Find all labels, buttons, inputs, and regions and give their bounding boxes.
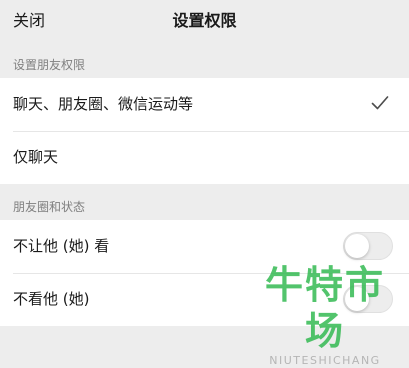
section-header-permissions: 设置朋友权限 xyxy=(13,58,86,72)
permission-options-group: 聊天、朋友圈、微信运动等 仅聊天 xyxy=(0,78,409,184)
option-label: 聊天、朋友圈、微信运动等 xyxy=(13,95,194,113)
watermark-sub-text: NIUTESHICHANG xyxy=(269,354,381,367)
section-header-moments: 朋友圈和状态 xyxy=(13,200,86,214)
option-label: 仅聊天 xyxy=(13,148,59,166)
toggle-label: 不让他 (她) 看 xyxy=(13,237,110,255)
toggle-knob xyxy=(345,234,369,258)
row-hide-my-moments: 不让他 (她) 看 xyxy=(0,220,409,273)
option-chat-moments-werun[interactable]: 聊天、朋友圈、微信运动等 xyxy=(0,78,409,131)
moments-toggles-group: 不让他 (她) 看 不看他 (她) xyxy=(0,220,409,326)
hide-their-moments-toggle[interactable] xyxy=(343,285,393,313)
toggle-label: 不看他 (她) xyxy=(13,290,90,308)
check-icon xyxy=(371,96,389,110)
nav-bar: 关闭 设置权限 xyxy=(0,0,409,44)
option-chat-only[interactable]: 仅聊天 xyxy=(0,131,409,184)
hide-my-moments-toggle[interactable] xyxy=(343,232,393,260)
row-hide-their-moments: 不看他 (她) xyxy=(0,273,409,326)
toggle-knob xyxy=(345,287,369,311)
page-title: 设置权限 xyxy=(172,11,237,30)
